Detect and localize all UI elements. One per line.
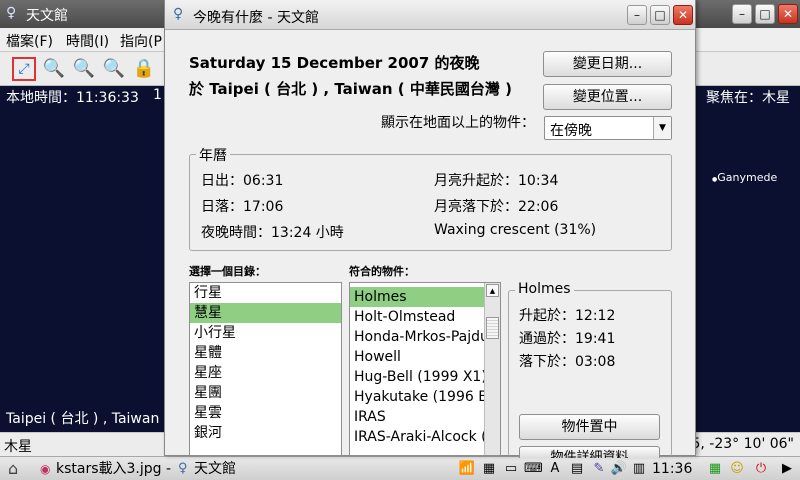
image-viewer-icon: ◉ (40, 462, 51, 476)
object-list-item[interactable]: Holmes (350, 287, 484, 307)
object-info-group: Holmes 升起於：12:12 通過於：19:41 落下於：03:08 物件置… (508, 281, 672, 458)
close-button[interactable]: ✕ (778, 4, 798, 24)
menu-pointing[interactable]: 指向(P (120, 31, 162, 51)
almanac-group: 年曆 日出：06:31 日落：17:06 夜晚時間：13:24 小時 月亮升起於… (189, 145, 672, 251)
taskbar-clock[interactable]: 11:36 (652, 459, 692, 479)
grid-icon[interactable]: ▦ (706, 460, 724, 478)
object-list-item[interactable]: Holt-Olmstead (350, 307, 484, 327)
calendar-icon[interactable]: ▥ (630, 460, 648, 478)
app-icon: ♀ (6, 5, 17, 21)
dialog-close-button[interactable]: ✕ (673, 5, 693, 25)
object-details-button[interactable]: 物件詳細資料 (519, 446, 660, 458)
show-objects-value: 在傍晚 (550, 123, 592, 139)
object-list-item[interactable]: IRAS-Araki-Alcock (1983 H1) (350, 427, 484, 447)
dialog-maximize-button[interactable]: □ (650, 5, 670, 25)
dialog-titlebar[interactable]: ♀ 今晚有什麼 - 天文館 – □ ✕ (165, 0, 695, 30)
power-icon[interactable]: ⏻ (752, 460, 770, 478)
dialog-title: 今晚有什麼 - 天文館 (193, 10, 319, 26)
main-window-title: 天文館 (26, 8, 68, 24)
smiley-icon[interactable]: ☺ (728, 460, 746, 478)
change-date-button[interactable]: 變更日期... (543, 51, 672, 77)
catalog-label: 選擇一個目錄： (189, 265, 266, 278)
status-object: 木星 (4, 439, 32, 455)
show-objects-select[interactable]: 在傍晚 ▼ (544, 116, 672, 140)
menu-file[interactable]: 檔案(F) (6, 31, 53, 51)
date-header: Saturday 15 December 2007 的夜晚 (189, 54, 480, 72)
scroll-up-icon[interactable]: ▲ (486, 284, 499, 297)
catalog-list-item[interactable]: 行星 (190, 283, 341, 303)
catalog-list-item[interactable]: 小行星 (190, 323, 341, 343)
network-icon[interactable]: ▦ (480, 460, 498, 478)
zoom-in-icon[interactable]: 🔍 (42, 57, 66, 81)
center-object-button[interactable]: 物件置中 (519, 414, 660, 440)
change-location-button[interactable]: 變更位置... (543, 84, 672, 110)
catalog-list-item[interactable]: 星團 (190, 383, 341, 403)
fullscreen-icon[interactable]: ⤢ (12, 57, 36, 81)
status-coordinates: 5, -23° 10' 06" (691, 436, 795, 452)
object-list-item[interactable]: Hyakutake (1996 B2) (350, 387, 484, 407)
object-rise-time: 升起於：12:12 (519, 308, 616, 324)
lock-icon[interactable]: 🔒 (132, 57, 156, 81)
catalog-list-item[interactable]: 慧星 (190, 303, 341, 323)
maximize-button[interactable]: □ (755, 4, 775, 24)
battery-icon[interactable]: ▭ (502, 460, 520, 478)
object-list-item[interactable]: IRAS (350, 407, 484, 427)
taskbar: ⌂ ◉ kstars載入3.jpg - ♀ 天文館 📶 ▦ ▭ ⌨ A ▤ ✎ … (0, 456, 800, 480)
sunset-time: 日落：17:06 (201, 199, 284, 215)
pen-icon[interactable]: ✎ (590, 460, 608, 478)
location-readout: Taipei ( 台北 ) , Taiwan (6, 411, 160, 427)
chevron-down-icon[interactable]: ▼ (653, 117, 671, 139)
zoom-default-icon[interactable]: 🔍 (102, 57, 126, 81)
ganymede-label: ●Ganymede (712, 171, 778, 184)
wifi-icon[interactable]: 📶 (458, 460, 476, 478)
dialog-minimize-button[interactable]: – (627, 5, 647, 25)
catalog-list-item[interactable]: 星體 (190, 343, 341, 363)
scroll-thumb[interactable] (486, 317, 499, 339)
object-set-time: 落下於：03:08 (519, 354, 616, 370)
zoom-out-icon[interactable]: 🔍 (72, 57, 96, 81)
keyboard-icon[interactable]: ⌨ (524, 460, 543, 478)
taskbar-task-image[interactable]: kstars載入3.jpg - (56, 459, 171, 479)
local-time-readout: 本地時間：11:36:33 (6, 90, 139, 106)
almanac-title: 年曆 (196, 145, 230, 165)
menu-time[interactable]: 時間(I) (66, 31, 109, 51)
object-list-item[interactable]: Honda-Mrkos-Pajdušáková (350, 327, 484, 347)
moonrise-time: 月亮升起於：10:34 (434, 173, 559, 189)
whats-up-tonight-dialog: ♀ 今晚有什麼 - 天文館 – □ ✕ Saturday 15 December… (164, 0, 696, 458)
catalog-list-item[interactable]: 星座 (190, 363, 341, 383)
sunrise-time: 日出：06:31 (201, 173, 284, 189)
input-method-icon[interactable]: A (546, 460, 564, 478)
objects-scrollbar[interactable]: ▲ (484, 283, 500, 455)
taskbar-task-kstars[interactable]: 天文館 (194, 459, 236, 479)
moon-phase: Waxing crescent (31%) (434, 222, 597, 238)
object-transit-time: 通過於：19:41 (519, 331, 616, 347)
focus-readout: 聚焦在：木星 (706, 90, 790, 106)
object-list-item[interactable]: Hug-Bell (1999 X1) (350, 367, 484, 387)
catalog-list-item[interactable]: 星雲 (190, 403, 341, 423)
object-info-title: Holmes (515, 281, 574, 297)
taskbar-arrow-icon[interactable]: ▶ (778, 460, 796, 478)
volume-icon[interactable]: 🔊 (610, 460, 628, 478)
catalog-list-item[interactable]: 銀河 (190, 423, 341, 443)
kstars-task-icon: ♀ (178, 461, 188, 476)
night-duration: 夜晚時間：13:24 小時 (201, 225, 344, 241)
location-header: 於 Taipei ( 台北 ) , Taiwan ( 中華民國台灣 ) (189, 80, 512, 98)
clipboard-icon[interactable]: ▤ (568, 460, 586, 478)
object-list-item[interactable]: Howell (350, 347, 484, 367)
moonset-time: 月亮落下於：22:06 (434, 199, 559, 215)
catalog-list[interactable]: 行星 慧星 小行星 星體 星座 星團 星雲 銀河 (189, 282, 342, 456)
dialog-app-icon: ♀ (173, 6, 184, 22)
minimize-button[interactable]: – (732, 4, 752, 24)
matching-objects-list[interactable]: HolmesHolt-OlmsteadHonda-Mrkos-Pajdušáko… (349, 282, 501, 456)
local-time-extra: 1 (153, 87, 162, 103)
home-icon[interactable]: ⌂ (8, 459, 18, 479)
matching-objects-label: 符合的物件： (349, 265, 415, 278)
show-objects-label: 顯示在地面以上的物件： (381, 115, 535, 131)
